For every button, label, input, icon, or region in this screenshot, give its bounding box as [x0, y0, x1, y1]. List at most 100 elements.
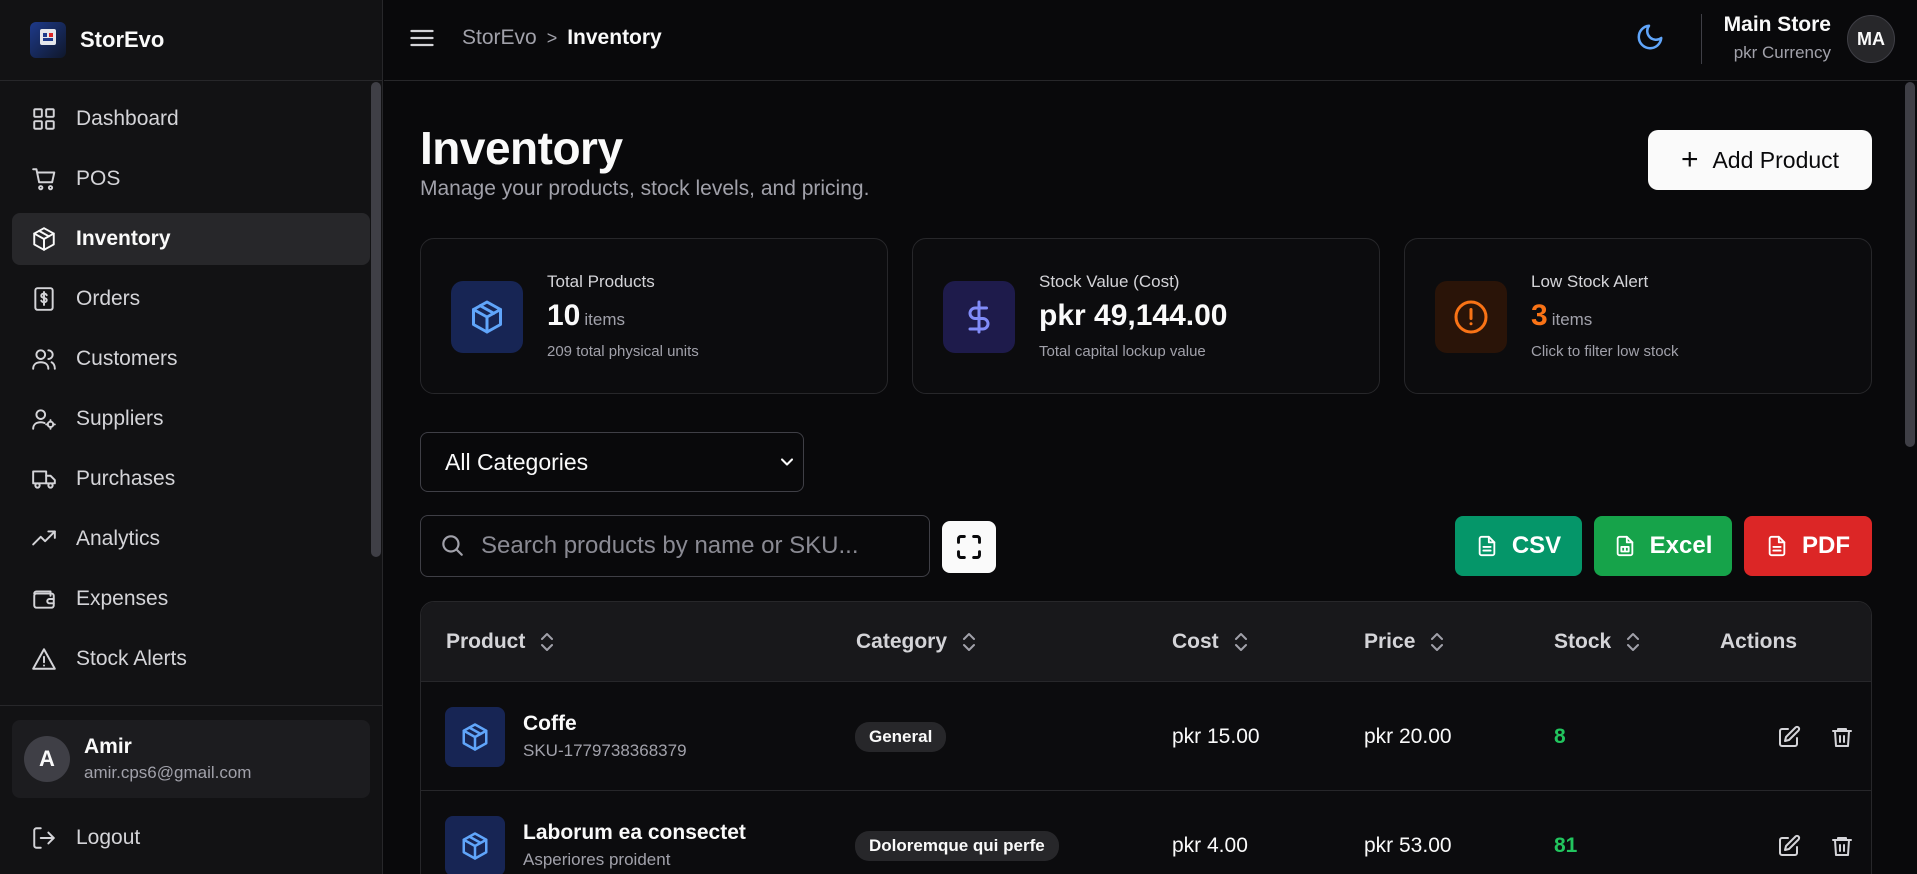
column-actions: Actions — [1720, 602, 1797, 682]
table-row[interactable]: Laborum ea consectet Asperiores proident… — [421, 791, 1871, 874]
column-label: Stock — [1554, 630, 1612, 653]
export-excel-button[interactable]: Excel — [1594, 516, 1732, 576]
edit-icon — [1779, 725, 1801, 747]
theme-toggle-button[interactable] — [1635, 22, 1671, 58]
sidebar-item-inventory[interactable]: Inventory — [12, 213, 370, 265]
brand[interactable]: StorEvo — [0, 0, 382, 81]
products-table: Product Category Cost Price Stock Action… — [420, 601, 1872, 874]
column-product[interactable]: Product — [446, 602, 555, 682]
package-icon — [445, 815, 505, 874]
stat-number: pkr 49,144.00 — [1039, 299, 1228, 332]
category-badge: Doloremque qui perfe — [855, 830, 1059, 861]
column-category[interactable]: Category — [856, 602, 977, 682]
sidebar-item-orders[interactable]: Orders — [12, 273, 370, 325]
store-name: Main Store — [1723, 13, 1831, 36]
moon-icon — [1637, 24, 1663, 50]
box-icon — [30, 225, 58, 253]
store-switcher[interactable]: Main Store pkr Currency — [1724, 13, 1831, 63]
stat-label: Stock Value (Cost) — [1039, 272, 1180, 291]
package-icon — [451, 281, 523, 353]
alert-circle-icon — [1435, 281, 1507, 353]
price-cell: pkr 53.00 — [1364, 833, 1452, 857]
search-field[interactable] — [420, 515, 930, 577]
sort-icon — [1625, 631, 1641, 653]
user-card[interactable]: A Amir amir.cps6@gmail.com — [12, 720, 370, 798]
file-spreadsheet-icon — [1616, 535, 1633, 557]
sidebar-item-purchases[interactable]: Purchases — [12, 453, 370, 505]
file-icon — [1478, 535, 1496, 557]
sidebar-scrollbar[interactable] — [371, 82, 381, 557]
users-icon — [30, 345, 58, 373]
product-cell: Coffe SKU-1779738368379 — [445, 682, 687, 791]
alert-triangle-icon — [30, 645, 58, 673]
column-cost[interactable]: Cost — [1172, 602, 1249, 682]
menu-toggle-button[interactable] — [408, 24, 438, 54]
stat-value: 10 items — [547, 299, 625, 333]
sidebar-item-label: Suppliers — [76, 407, 164, 430]
logout-icon — [30, 824, 58, 852]
add-product-label: Add Product — [1712, 146, 1840, 173]
cost-cell: pkr 15.00 — [1172, 724, 1260, 748]
topbar: StorEvo > Inventory Main Store pkr Curre… — [384, 0, 1917, 81]
edit-button[interactable] — [1772, 720, 1806, 754]
export-pdf-button[interactable]: PDF — [1744, 516, 1872, 576]
stat-number: 3 — [1531, 299, 1548, 332]
category-cell: General — [855, 682, 947, 791]
table-row[interactable]: Coffe SKU-1779738368379 General pkr 15.0… — [421, 682, 1871, 791]
actions-cell — [1753, 791, 1859, 874]
add-product-button[interactable]: + Add Product — [1648, 130, 1872, 190]
export-csv-button[interactable]: CSV — [1455, 516, 1582, 576]
trash-icon — [1832, 836, 1852, 856]
breadcrumb-root[interactable]: StorEvo — [462, 26, 537, 50]
delete-button[interactable] — [1825, 720, 1859, 754]
plus-icon: + — [1680, 143, 1699, 176]
main-scrollbar[interactable] — [1905, 82, 1915, 447]
sidebar-item-expenses[interactable]: Expenses — [12, 573, 370, 625]
product-name: Laborum ea consectet — [523, 821, 746, 844]
category-select-value: All Categories — [445, 448, 589, 475]
scan-button[interactable] — [942, 521, 996, 573]
search-input[interactable] — [481, 532, 921, 560]
edit-button[interactable] — [1772, 829, 1806, 863]
sidebar-footer: A Amir amir.cps6@gmail.com Logout — [0, 705, 382, 864]
trending-up-icon — [30, 525, 58, 553]
store-currency: pkr Currency — [1733, 43, 1831, 62]
store-avatar[interactable]: MA — [1847, 15, 1895, 63]
sidebar-item-label: Expenses — [76, 587, 169, 610]
sidebar-item-dashboard[interactable]: Dashboard — [12, 93, 370, 145]
chevron-down-icon — [777, 451, 799, 473]
stat-number: 10 — [547, 299, 581, 332]
sidebar-item-pos[interactable]: POS — [12, 153, 370, 205]
sidebar-item-suppliers[interactable]: Suppliers — [12, 393, 370, 445]
menu-icon — [410, 29, 434, 47]
user-email: amir.cps6@gmail.com — [84, 763, 252, 782]
price-cell: pkr 20.00 — [1364, 724, 1452, 748]
column-stock[interactable]: Stock — [1554, 602, 1641, 682]
truck-icon — [30, 465, 58, 493]
category-cell: Doloremque qui perfe — [855, 791, 1059, 874]
stat-low-stock-alert[interactable]: Low Stock Alert 3 items Click to filter l… — [1404, 238, 1872, 394]
page-subtitle: Manage your products, stock levels, and … — [420, 177, 870, 200]
edit-icon — [1779, 834, 1801, 856]
sidebar-item-label: Customers — [76, 347, 178, 370]
sidebar-item-customers[interactable]: Customers — [12, 333, 370, 385]
delete-button[interactable] — [1825, 829, 1859, 863]
sidebar-item-label: Analytics — [76, 527, 161, 550]
user-name: Amir — [84, 735, 132, 758]
pdf-label: PDF — [1802, 532, 1850, 559]
grid-icon — [30, 105, 58, 133]
sidebar-item-label: Orders — [76, 287, 141, 310]
column-price[interactable]: Price — [1364, 602, 1445, 682]
sidebar-item-analytics[interactable]: Analytics — [12, 513, 370, 565]
sidebar-item-label: Inventory — [76, 227, 171, 250]
actions-cell — [1753, 682, 1859, 791]
stat-stock-value: Stock Value (Cost) pkr 49,144.00 Total c… — [912, 238, 1380, 394]
sort-icon — [961, 631, 977, 653]
product-sku: Asperiores proident — [523, 850, 671, 869]
logout-button[interactable]: Logout — [12, 812, 370, 864]
sidebar: StorEvo Dashboard POS Inventory Orders C… — [0, 0, 383, 874]
category-select[interactable]: All Categories — [420, 432, 804, 492]
sidebar-item-stock-alerts[interactable]: Stock Alerts — [12, 633, 370, 685]
stat-value: 3 items — [1531, 299, 1592, 333]
column-label: Product — [446, 630, 526, 653]
